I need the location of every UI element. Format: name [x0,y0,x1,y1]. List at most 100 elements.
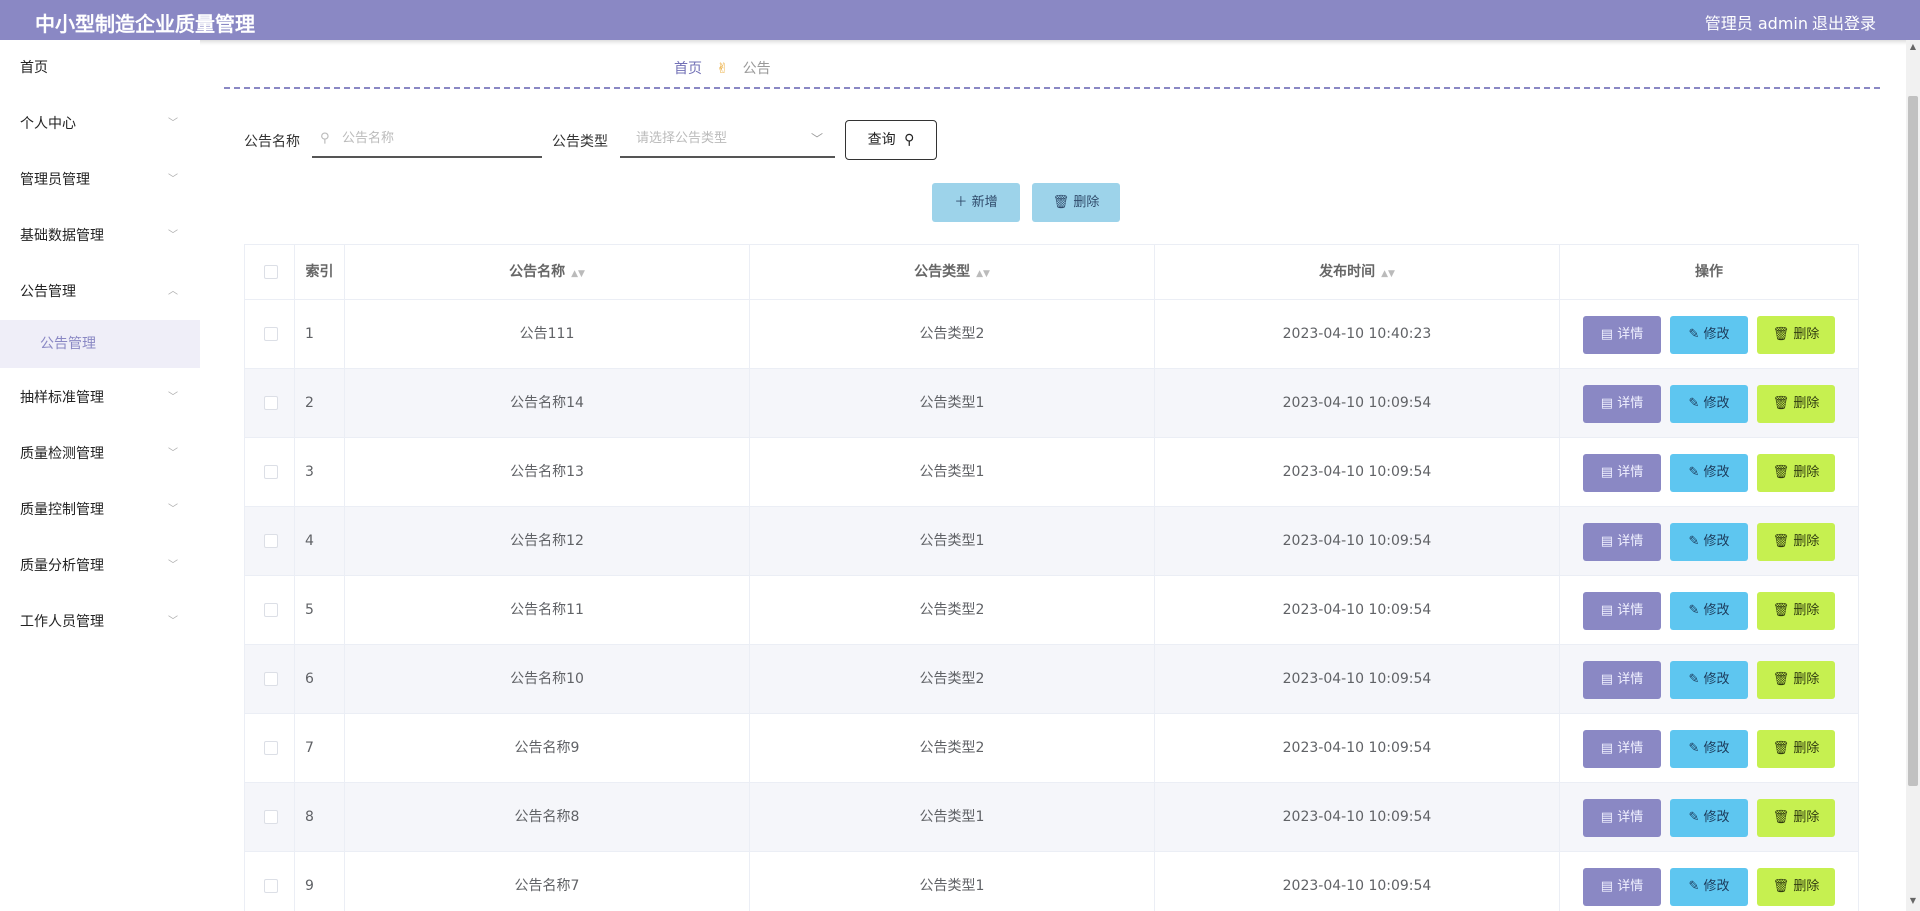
sidebar-item-label: 质量检测管理 [20,446,104,462]
cell-name: 公告名称9 [345,714,750,783]
breadcrumb-current: 公告 [742,61,771,77]
edit-button[interactable]: ✎ 修改 [1670,661,1748,699]
table-row: 5 公告名称11 公告类型2 2023-04-10 10:09:54 ▤ 详情 ✎ 修改 🗑… [245,576,1858,645]
row-select-cell [245,714,295,783]
row-checkbox[interactable] [264,741,278,755]
col-name[interactable]: 公告名称 ▲▼ [345,245,750,300]
sidebar-item-label: 工作人员管理 [20,614,104,630]
row-delete-button[interactable]: 🗑 删除 [1757,799,1835,837]
document-icon: ▤ [1600,465,1614,480]
add-button-label: 新增 [971,195,998,210]
sort-icon[interactable]: ▲▼ [1381,269,1395,279]
row-checkbox[interactable] [264,465,278,479]
name-search-input[interactable]: ⚲ 公告名称 [312,120,542,158]
sidebar-item-notice-management[interactable]: 公告管理 ︿ [0,264,200,320]
detail-button[interactable]: ▤ 详情 [1583,454,1661,492]
sidebar-item-personal-center[interactable]: 个人中心 ﹀ [0,96,200,152]
chevron-down-icon: ﹀ [168,504,178,515]
row-delete-button[interactable]: 🗑 删除 [1757,454,1835,492]
select-all-cell [245,245,295,300]
batch-delete-button-label: 删除 [1073,195,1100,210]
row-delete-button[interactable]: 🗑 删除 [1757,661,1835,699]
document-icon: ▤ [1600,327,1614,342]
row-delete-button[interactable]: 🗑 删除 [1757,316,1835,354]
app-title: 中小型制造企业质量管理 [35,12,255,36]
query-button[interactable]: 查询 ⚲ [845,120,937,160]
row-delete-button-label: 删除 [1793,672,1820,687]
batch-delete-button[interactable]: 🗑 删除 [1032,183,1120,222]
type-select[interactable]: 请选择公告类型 ﹀ [620,120,835,158]
document-icon: ▤ [1600,672,1614,687]
sidebar-item-quality-inspection[interactable]: 质量检测管理 ﹀ [0,426,200,482]
edit-button[interactable]: ✎ 修改 [1670,523,1748,561]
cell-name: 公告名称10 [345,645,750,714]
row-delete-button[interactable]: 🗑 删除 [1757,592,1835,630]
row-select-cell [245,645,295,714]
col-type[interactable]: 公告类型 ▲▼ [750,245,1155,300]
row-checkbox[interactable] [264,603,278,617]
scroll-down-arrow-icon[interactable]: ▼ [1908,894,1918,908]
edit-button[interactable]: ✎ 修改 [1670,868,1748,906]
row-checkbox[interactable] [264,396,278,410]
detail-button[interactable]: ▤ 详情 [1583,730,1661,768]
plus-icon: ＋ [954,195,968,210]
row-delete-button[interactable]: 🗑 删除 [1757,868,1835,906]
detail-button[interactable]: ▤ 详情 [1583,592,1661,630]
cell-time: 2023-04-10 10:09:54 [1155,852,1560,911]
search-icon: ⚲ [320,131,330,146]
edit-button[interactable]: ✎ 修改 [1670,799,1748,837]
cell-type: 公告类型1 [750,369,1155,438]
page-scrollbar[interactable] [1906,40,1920,911]
row-delete-button-label: 删除 [1793,603,1820,618]
detail-button[interactable]: ▤ 详情 [1583,316,1661,354]
detail-button-label: 详情 [1617,879,1644,894]
breadcrumb-home[interactable]: 首页 [674,61,702,77]
col-index: 索引 [295,245,345,300]
row-delete-button[interactable]: 🗑 删除 [1757,385,1835,423]
edit-button[interactable]: ✎ 修改 [1670,592,1748,630]
detail-button[interactable]: ▤ 详情 [1583,799,1661,837]
row-select-cell [245,783,295,852]
trash-icon: 🗑 [1772,810,1790,825]
row-checkbox[interactable] [264,879,278,893]
sidebar-item-staff-management[interactable]: 工作人员管理 ﹀ [0,594,200,650]
cell-index: 2 [295,369,345,438]
sort-icon[interactable]: ▲▼ [976,269,990,279]
detail-button[interactable]: ▤ 详情 [1583,868,1661,906]
breadcrumb: 首页 ✌ 公告 [674,58,771,78]
row-delete-button[interactable]: 🗑 删除 [1757,730,1835,768]
select-all-checkbox[interactable] [264,265,278,279]
row-delete-button[interactable]: 🗑 删除 [1757,523,1835,561]
add-button[interactable]: ＋ 新增 [932,183,1020,222]
sidebar-item-admin-management[interactable]: 管理员管理 ﹀ [0,152,200,208]
edit-button[interactable]: ✎ 修改 [1670,385,1748,423]
sidebar-item-home[interactable]: 首页 [0,40,200,96]
sidebar-item-sampling-standard[interactable]: 抽样标准管理 ﹀ [0,370,200,426]
detail-button[interactable]: ▤ 详情 [1583,523,1661,561]
edit-button[interactable]: ✎ 修改 [1670,316,1748,354]
sidebar-item-quality-control[interactable]: 质量控制管理 ﹀ [0,482,200,538]
chevron-down-icon: ﹀ [168,174,178,185]
col-time[interactable]: 发布时间 ▲▼ [1155,245,1560,300]
table-header: 索引 公告名称 ▲▼ 公告类型 ▲▼ 发布时间 ▲▼ 操作 [245,245,1858,300]
edit-button[interactable]: ✎ 修改 [1670,730,1748,768]
chevron-down-icon: ﹀ [810,132,823,146]
sidebar-item-quality-analysis[interactable]: 质量分析管理 ﹀ [0,538,200,594]
row-checkbox[interactable] [264,810,278,824]
table-row: 4 公告名称12 公告类型1 2023-04-10 10:09:54 ▤ 详情 ✎ 修改 🗑… [245,507,1858,576]
sort-icon[interactable]: ▲▼ [571,269,585,279]
row-checkbox[interactable] [264,327,278,341]
sidebar-item-basic-data[interactable]: 基础数据管理 ﹀ [0,208,200,264]
detail-button[interactable]: ▤ 详情 [1583,661,1661,699]
detail-button[interactable]: ▤ 详情 [1583,385,1661,423]
cell-name: 公告名称8 [345,783,750,852]
cell-index: 5 [295,576,345,645]
scroll-up-arrow-icon[interactable]: ▲ [1908,40,1918,54]
logout-link[interactable]: 退出登录 [1812,10,1876,34]
scrollbar-thumb[interactable] [1908,96,1918,786]
edit-button[interactable]: ✎ 修改 [1670,454,1748,492]
row-checkbox[interactable] [264,672,278,686]
sidebar-subitem-notice[interactable]: 公告管理 [0,320,200,368]
row-checkbox[interactable] [264,534,278,548]
cell-index: 8 [295,783,345,852]
